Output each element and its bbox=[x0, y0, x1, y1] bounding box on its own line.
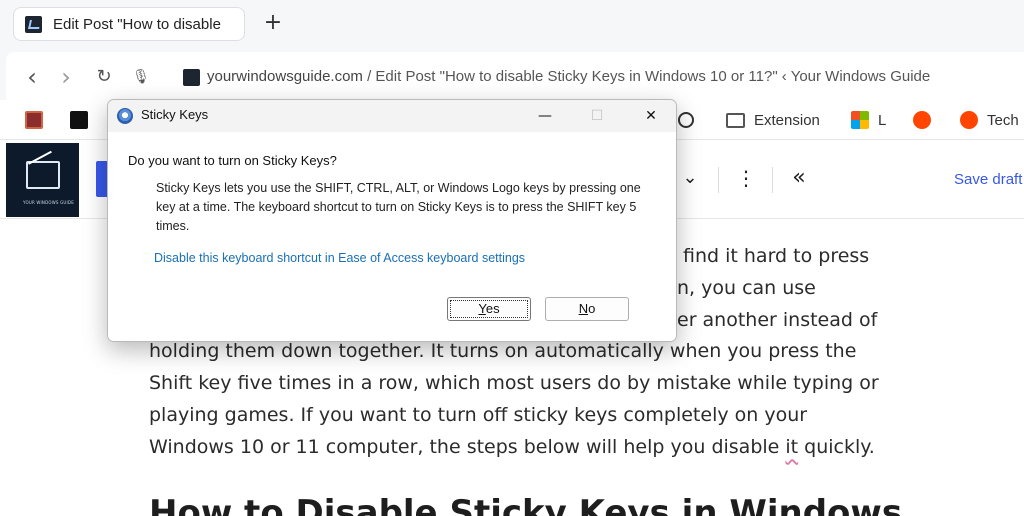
dialog-description: Sticky Keys lets you use the SHIFT, CTRL… bbox=[156, 181, 641, 233]
site-favicon-icon bbox=[25, 15, 42, 33]
openai-icon bbox=[678, 112, 694, 128]
address-path: / Edit Post "How to disable Sticky Keys … bbox=[362, 68, 931, 85]
dialog-question: Do you want to turn on Sticky Keys? bbox=[128, 153, 337, 168]
save-draft-button[interactable]: Save draft bbox=[954, 171, 1022, 188]
forward-button[interactable]: › bbox=[55, 65, 77, 89]
address-favicon-icon bbox=[183, 69, 200, 86]
browser-toolbar: ‹ › ↻ 🎙 yourwindowsguide.com / Edit Post… bbox=[0, 46, 1024, 100]
disable-shortcut-link[interactable]: Disable this keyboard shortcut in Ease o… bbox=[154, 251, 525, 265]
text-run: quickly. bbox=[798, 435, 875, 458]
wa-logo-icon bbox=[70, 111, 88, 129]
bookmark-label: Extension bbox=[754, 111, 820, 129]
chevron-down-icon[interactable]: ⌄ bbox=[680, 165, 700, 191]
ease-of-access-icon bbox=[117, 108, 133, 124]
bookmark-l[interactable]: L bbox=[851, 109, 886, 131]
spellcheck-marked-word[interactable]: it bbox=[785, 436, 798, 458]
collapse-icon[interactable]: « bbox=[788, 165, 810, 191]
bookmark-extension[interactable]: Extension bbox=[726, 109, 820, 131]
reddit-icon bbox=[960, 111, 978, 129]
maximize-button: ☐ bbox=[590, 108, 604, 124]
address-row: ‹ › ↻ 🎙 yourwindowsguide.com / Edit Post… bbox=[6, 52, 1024, 100]
bookmark-tech[interactable]: Tech bbox=[960, 109, 1019, 131]
bookmark-openai[interactable] bbox=[678, 109, 703, 131]
address-host: yourwindowsguide.com bbox=[207, 68, 363, 85]
bookmark-reddit[interactable] bbox=[913, 109, 940, 131]
paragraph-line: Windows 10 or 11 computer, the steps bel… bbox=[149, 432, 909, 464]
back-button[interactable]: ‹ bbox=[21, 65, 43, 89]
tab-strip: Edit Post "How to disable + bbox=[0, 0, 1024, 46]
folder-icon bbox=[726, 112, 745, 128]
new-tab-button[interactable]: + bbox=[262, 10, 284, 36]
tab-edit-post[interactable]: Edit Post "How to disable bbox=[13, 7, 245, 41]
bookmark-label: L bbox=[878, 111, 887, 129]
close-button[interactable]: ✕ bbox=[638, 104, 664, 128]
site-logo[interactable]: YOUR WINDOWS GUIDE bbox=[6, 143, 79, 217]
post-heading[interactable]: How to Disable Sticky Keys in Windows bbox=[149, 493, 902, 516]
text-run: Windows 10 or 11 computer, the steps bel… bbox=[149, 435, 786, 458]
accelerator-key: N bbox=[578, 301, 589, 316]
more-options-icon[interactable]: ⋮ bbox=[736, 165, 756, 191]
minimize-button[interactable]: — bbox=[532, 104, 558, 128]
rssb-icon bbox=[25, 111, 43, 129]
dialog-titlebar[interactable]: Sticky Keys — ☐ ✕ bbox=[108, 100, 676, 132]
tab-title: Edit Post "How to disable bbox=[53, 15, 221, 33]
yes-button[interactable]: Yes bbox=[447, 297, 531, 321]
button-label: es bbox=[485, 301, 500, 316]
bookmark-wa[interactable] bbox=[70, 109, 97, 131]
reload-button[interactable]: ↻ bbox=[93, 66, 115, 88]
button-label: o bbox=[588, 301, 596, 316]
toolbar-divider bbox=[772, 167, 773, 193]
bookmark-rssb[interactable] bbox=[25, 109, 52, 131]
microsoft-icon bbox=[851, 111, 869, 129]
paragraph-line: Shift key five times in a row, which mos… bbox=[149, 372, 879, 395]
bookmark-label: Tech bbox=[987, 111, 1019, 129]
sticky-keys-dialog: Sticky Keys — ☐ ✕ Do you want to turn on… bbox=[107, 99, 677, 342]
logo-caption: YOUR WINDOWS GUIDE bbox=[23, 200, 74, 205]
no-button[interactable]: No bbox=[545, 297, 629, 321]
toolbar-divider bbox=[718, 167, 719, 193]
reddit-icon bbox=[913, 111, 931, 129]
accelerator-key: Y bbox=[478, 301, 486, 316]
dialog-body: Do you want to turn on Sticky Keys? Stic… bbox=[108, 132, 676, 341]
paragraph-line: playing games. If you want to turn off s… bbox=[149, 403, 808, 426]
dialog-title: Sticky Keys bbox=[141, 107, 209, 122]
microphone-icon[interactable]: 🎙 bbox=[130, 66, 152, 88]
address-bar[interactable]: yourwindowsguide.com / Edit Post "How to… bbox=[207, 68, 930, 85]
